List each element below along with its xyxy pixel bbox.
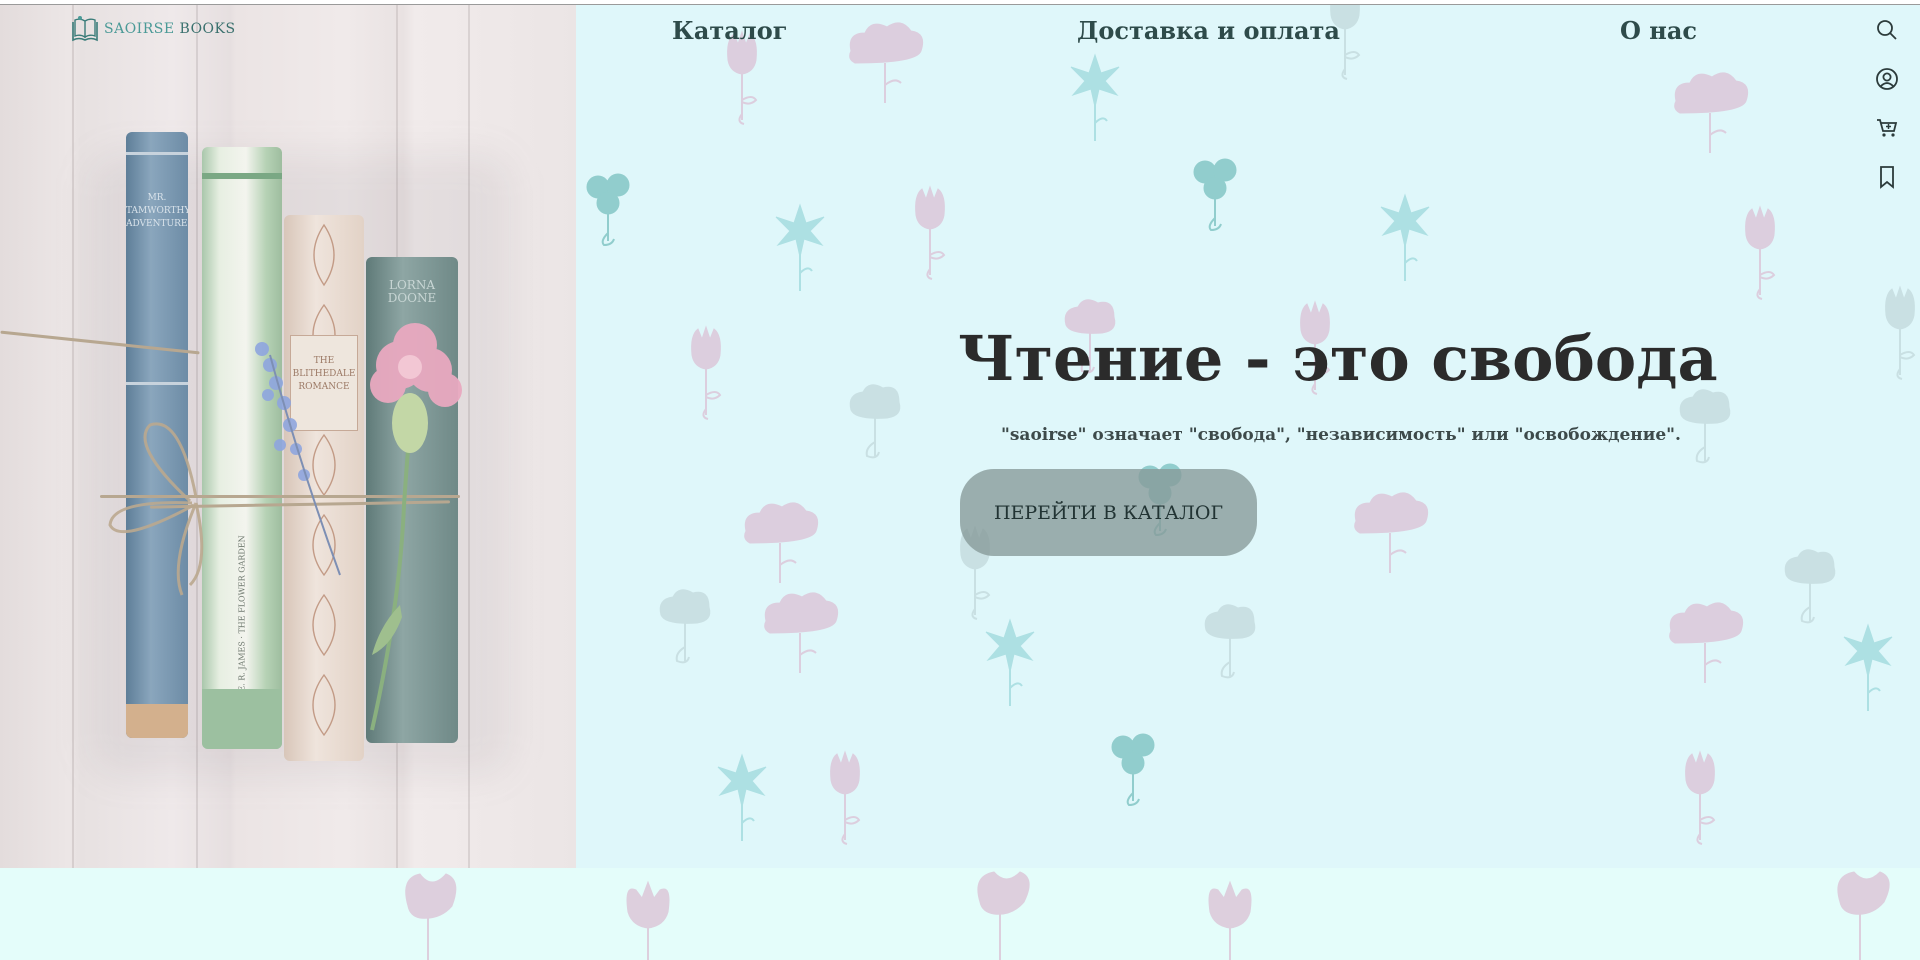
flower-pattern-background-lower	[405, 871, 1890, 960]
nav-link-about[interactable]: О нас	[1620, 16, 1697, 45]
hero-subtitle: "saoirse" означает "свобода", "независим…	[1001, 425, 1681, 445]
hero-title: Чтение - это свобода	[958, 322, 1718, 395]
hero-books-photo: MR. TAMWORTHY'S ADVENTURES E. R. JAMES ·…	[0, 5, 576, 868]
next-section-top	[0, 868, 1920, 960]
bookmark-icon	[1880, 166, 1894, 189]
brand-name-part2: BOOKS	[179, 21, 236, 37]
search-button[interactable]	[1874, 17, 1900, 43]
browser-top-edge	[0, 0, 1920, 5]
cart-button[interactable]	[1874, 115, 1900, 141]
account-button[interactable]	[1874, 66, 1900, 92]
nav-link-catalog[interactable]: Каталог	[672, 16, 787, 45]
brand-name-part1: SAOIRSE	[104, 21, 175, 37]
bookmarks-button[interactable]	[1874, 164, 1900, 190]
brand-name: SAOIRSE BOOKS	[104, 21, 236, 37]
search-icon	[1877, 20, 1897, 40]
flowers-on-books	[255, 323, 462, 731]
go-to-catalog-button[interactable]: ПЕРЕЙТИ В КАТАЛОГ	[960, 469, 1257, 556]
nav-link-delivery[interactable]: Доставка и оплата	[1077, 16, 1340, 45]
cart-icon	[1877, 119, 1898, 137]
book-logo-icon	[72, 16, 98, 42]
user-icon	[1876, 68, 1898, 90]
brand-logo-link[interactable]: SAOIRSE BOOKS	[70, 14, 236, 44]
